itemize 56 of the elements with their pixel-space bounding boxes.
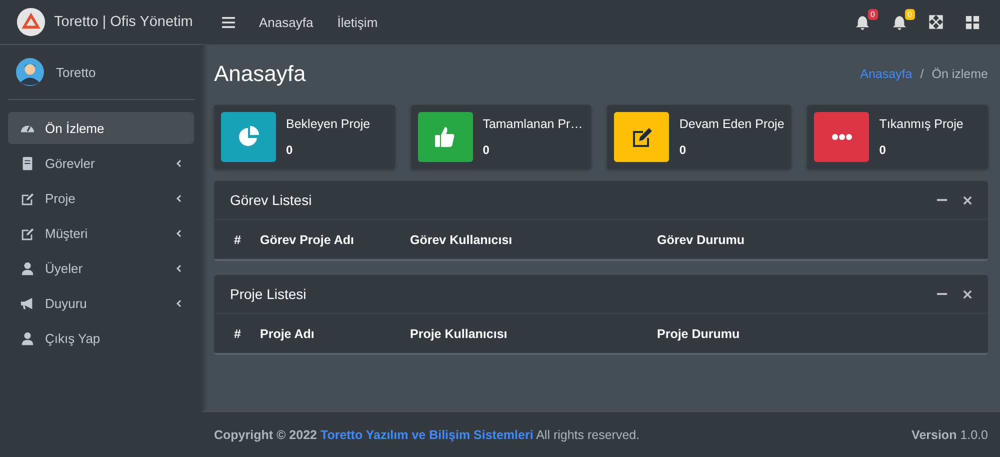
sidebar-item[interactable]: Müşteri [8, 217, 194, 249]
sidebar-item[interactable]: Görevler [8, 147, 194, 179]
column-header: Görev Kullanıcısı [410, 232, 514, 246]
notification-count: 0 [868, 8, 878, 20]
column-header: # [234, 232, 242, 246]
edit-icon [20, 226, 35, 240]
copyright-text: Copyright © 2022 Toretto Yazılım ve Bilişim Sistemleri All rights reserved. [214, 428, 640, 442]
info-box-count: 0 [879, 143, 887, 157]
info-box-count: 0 [286, 143, 294, 157]
sidebar-item[interactable]: Ön İzleme [8, 112, 194, 144]
breadcrumb-current: Ön izleme [932, 66, 988, 80]
sidebar-item[interactable]: Proje [8, 182, 194, 214]
chevron-icon [176, 264, 182, 272]
company-link[interactable]: Toretto Yazılım ve Bilişim Sistemleri [320, 428, 534, 442]
column-header: Proje Durumu [657, 326, 740, 340]
avatar-icon [16, 58, 44, 86]
brand-name[interactable]: Toretto | Ofis Yönetim [54, 14, 193, 30]
user-name[interactable]: Toretto [56, 64, 96, 80]
page-title: Anasayfa [214, 60, 306, 86]
version-text: Version 1.0.0 [912, 428, 988, 442]
bell-icon[interactable] [892, 14, 907, 30]
grid-icon[interactable] [965, 14, 980, 30]
column-header: Görev Durumu [657, 232, 745, 246]
info-box-label: Bekleyen Proje [286, 117, 370, 131]
sidebar-item[interactable]: Duyuru [8, 287, 194, 319]
nav-link[interactable]: İletişim [337, 14, 378, 30]
chevron-icon [176, 158, 182, 168]
card-title: Proje Listesi [230, 286, 308, 302]
info-box-label: Tamamlanan Pr… [482, 117, 583, 131]
logo-icon [16, 7, 46, 37]
user-icon [20, 330, 35, 346]
chevron-icon [176, 194, 182, 202]
info-box-count: 0 [482, 143, 490, 157]
info-box-label: Tıkanmış Proje [879, 117, 964, 131]
column-header: Proje Adı [260, 326, 316, 340]
user-icon [20, 260, 35, 276]
book-icon [20, 156, 35, 170]
info-box-count: 0 [679, 143, 688, 157]
chevron-icon [176, 298, 182, 308]
nav-link[interactable]: Anasayfa [259, 14, 314, 30]
sidebar-item[interactable]: Çıkış Yap [8, 322, 194, 354]
info-box-label: Devam Eden Proje [679, 117, 784, 131]
close-icon[interactable] [963, 196, 972, 204]
sidebar-item[interactable]: Üyeler [8, 252, 194, 284]
edit-icon [20, 190, 35, 206]
menu-icon[interactable] [222, 16, 235, 28]
column-header: Görev Proje Adı [260, 232, 356, 246]
column-header: Proje Kullanıcısı [410, 326, 508, 340]
close-icon[interactable] [963, 290, 972, 298]
notification-count: 0 [904, 8, 915, 20]
column-header: # [234, 326, 242, 340]
chevron-icon [176, 228, 182, 238]
megaphone-icon [20, 296, 35, 310]
breadcrumb-separator: / [920, 66, 924, 80]
bell-icon[interactable] [855, 14, 870, 30]
card-title: Görev Listesi [230, 192, 313, 208]
